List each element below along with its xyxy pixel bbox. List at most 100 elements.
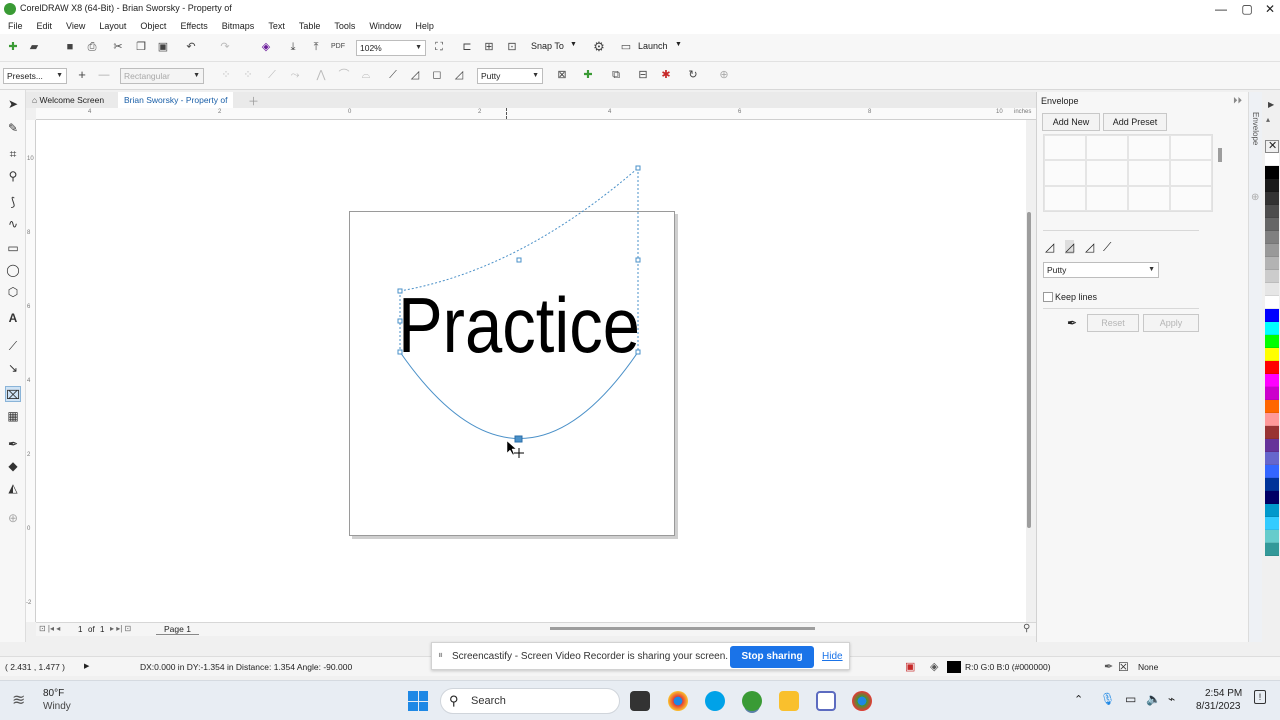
drag-handle-icon[interactable]: ⏸ [438, 650, 443, 661]
preset-cell[interactable] [1086, 160, 1128, 186]
preset-cell[interactable] [1170, 185, 1212, 211]
page-next-icon[interactable]: ▸ ▸| ⊡ [110, 624, 131, 633]
windows-start-icon[interactable] [408, 691, 428, 711]
preset-cell[interactable] [1086, 185, 1128, 211]
zoom-navigator-icon[interactable]: ⚲ [1023, 623, 1030, 634]
envelope-node[interactable] [397, 318, 403, 324]
color-swatch[interactable] [1265, 205, 1279, 218]
color-swatch[interactable] [1265, 543, 1279, 556]
color-swatch[interactable] [1265, 348, 1279, 361]
horizontal-scrollbar[interactable] [550, 627, 815, 630]
color-swatch[interactable] [1265, 270, 1279, 283]
preset-cell[interactable] [1170, 160, 1212, 186]
color-swatch[interactable] [1265, 296, 1279, 309]
color-swatch[interactable] [1265, 413, 1279, 426]
no-outline-icon[interactable]: ☒ [1118, 660, 1129, 674]
add-new-button[interactable]: Add New [1042, 113, 1100, 131]
taskbar-search-box[interactable]: ⚲ Search [440, 688, 620, 714]
color-swatch[interactable] [1265, 491, 1279, 504]
docker-collapse-icon[interactable]: ⏵⏵ [1233, 95, 1242, 106]
preset-cell[interactable] [1170, 135, 1212, 161]
envelope-preset-grid[interactable] [1043, 134, 1213, 212]
chrome-icon[interactable] [668, 691, 688, 711]
color-swatch[interactable] [1265, 465, 1279, 478]
mode-single-arc-icon[interactable]: ◿ [1065, 240, 1075, 254]
color-proof-icon[interactable]: ▣ [905, 660, 915, 673]
mode-unconstrained-icon[interactable]: ⟋ [1103, 240, 1111, 255]
color-swatch[interactable] [1265, 179, 1279, 192]
envelope-node[interactable] [397, 288, 403, 294]
docker-mapping-mode-combo[interactable]: Putty ▼ [1043, 262, 1159, 278]
envelope-node-selected[interactable] [514, 435, 523, 443]
color-swatch[interactable] [1265, 218, 1279, 231]
color-swatch[interactable] [1265, 283, 1279, 296]
keep-lines-checkbox[interactable] [1043, 292, 1053, 302]
color-swatch[interactable] [1265, 231, 1279, 244]
preset-cell[interactable] [1128, 135, 1170, 161]
vertical-scrollbar[interactable] [1027, 212, 1031, 528]
eyedropper-icon[interactable]: ✒ [1067, 316, 1077, 330]
preset-cell[interactable] [1128, 185, 1170, 211]
preset-scrollbar[interactable] [1218, 148, 1222, 162]
page-first-icon[interactable]: ⊡ |◂ ◂ [39, 624, 60, 633]
envelope-node[interactable] [397, 349, 403, 355]
show-hidden-icons-icon[interactable]: ⌃ [1074, 693, 1083, 706]
color-swatch[interactable] [1265, 439, 1279, 452]
envelope-top-edge[interactable] [399, 167, 639, 292]
reset-button[interactable]: Reset [1087, 314, 1139, 332]
skype-icon[interactable] [705, 691, 725, 711]
color-swatch[interactable] [1265, 309, 1279, 322]
task-view-icon[interactable] [630, 691, 650, 711]
speaker-icon[interactable]: 🔈 [1146, 692, 1161, 706]
color-swatch[interactable] [1265, 244, 1279, 257]
color-swatch[interactable] [1265, 517, 1279, 530]
weather-condition[interactable]: Windy [43, 701, 71, 712]
snipping-tool-icon[interactable] [816, 691, 836, 711]
mode-double-arc-icon[interactable]: ◿ [1085, 240, 1094, 254]
palette-scroll-up-icon[interactable]: ▴ [1266, 115, 1270, 124]
hide-link[interactable]: Hide [822, 651, 843, 662]
envelope-node[interactable] [635, 165, 641, 171]
color-swatch[interactable] [1265, 335, 1279, 348]
palette-scroll-up-icon[interactable]: ▶ [1268, 100, 1274, 109]
stop-sharing-button[interactable]: Stop sharing [730, 646, 814, 668]
color-swatch[interactable] [1265, 322, 1279, 335]
color-swatch[interactable] [1265, 387, 1279, 400]
fill-color-swatch[interactable] [947, 661, 961, 673]
docker-tab-envelope[interactable]: Envelope [1251, 112, 1260, 145]
no-color-swatch[interactable]: ✕ [1265, 140, 1279, 153]
page-tab[interactable]: Page 1 [156, 624, 199, 635]
color-swatch[interactable] [1265, 374, 1279, 387]
color-swatch[interactable] [1265, 426, 1279, 439]
network-icon[interactable]: ⌁ [1168, 692, 1175, 706]
clock-time[interactable]: 2:54 PM [1205, 688, 1242, 699]
color-swatch[interactable] [1265, 530, 1279, 543]
notification-icon[interactable]: ! [1254, 690, 1266, 704]
color-swatch[interactable] [1265, 400, 1279, 413]
color-swatch[interactable] [1265, 361, 1279, 374]
chrome-profile-icon[interactable] [852, 691, 872, 711]
clock-date[interactable]: 8/31/2023 [1196, 701, 1241, 712]
display-icon[interactable]: ▭ [1125, 692, 1136, 706]
color-swatch[interactable] [1265, 257, 1279, 270]
microphone-icon[interactable]: 🎙 [1100, 692, 1115, 706]
status-expand-icon[interactable]: ▶ [84, 662, 89, 670]
add-docker-icon[interactable]: ⊕ [1251, 192, 1259, 203]
preset-cell[interactable] [1044, 185, 1086, 211]
envelope-node[interactable] [635, 257, 641, 263]
color-swatch[interactable] [1265, 192, 1279, 205]
apply-button[interactable]: Apply [1143, 314, 1199, 332]
color-swatch[interactable] [1265, 153, 1279, 166]
preset-cell[interactable] [1044, 160, 1086, 186]
coreldraw-taskbar-icon[interactable] [742, 691, 762, 711]
weather-icon[interactable]: ≋ [12, 690, 25, 710]
add-preset-button[interactable]: Add Preset [1103, 113, 1167, 131]
preset-cell[interactable] [1086, 135, 1128, 161]
envelope-node[interactable] [635, 349, 641, 355]
color-swatch[interactable] [1265, 452, 1279, 465]
preset-cell[interactable] [1128, 160, 1170, 186]
color-swatch[interactable] [1265, 478, 1279, 491]
mode-straight-line-icon[interactable]: ◿ [1045, 240, 1054, 254]
envelope-node[interactable] [516, 257, 522, 263]
preset-cell[interactable] [1044, 135, 1086, 161]
